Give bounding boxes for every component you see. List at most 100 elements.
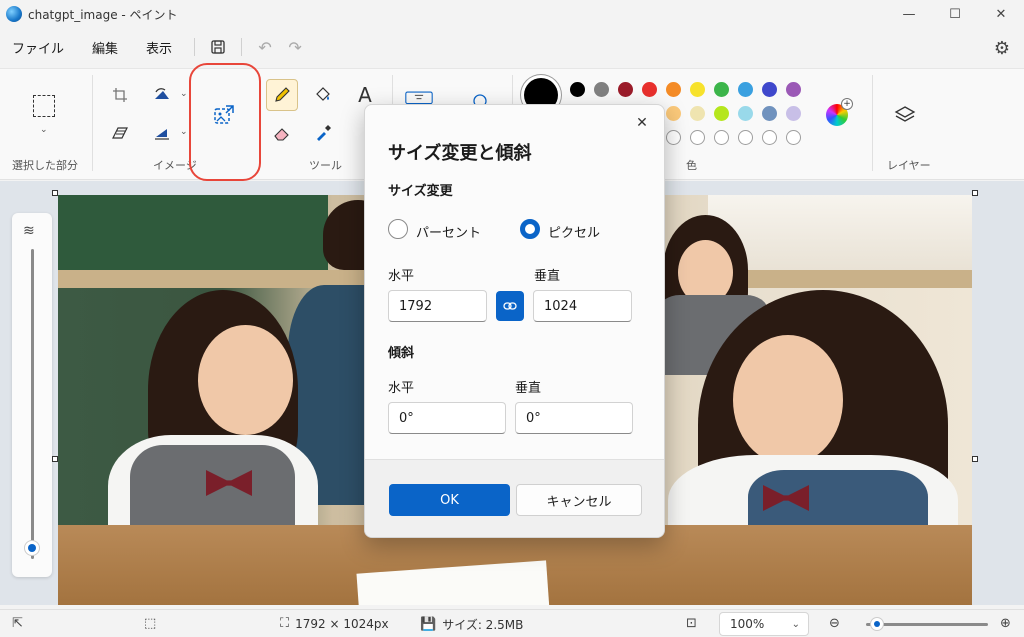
selection-tool-icon[interactable] [33, 95, 55, 117]
color-swatch[interactable] [762, 82, 777, 97]
color-swatch[interactable] [786, 82, 801, 97]
undo-icon[interactable]: ↶ [250, 33, 280, 61]
color-picker-icon[interactable] [309, 119, 337, 147]
skew-section-heading: 傾斜 [388, 346, 415, 361]
eraser-icon[interactable] [268, 119, 296, 147]
title-bar: chatgpt_image - ペイント — ☐ ✕ [0, 0, 1024, 28]
chalkboard [58, 195, 328, 270]
pixel-radio-label: ピクセル [548, 226, 601, 241]
highlight-annotation [189, 63, 261, 181]
resize-section-heading: サイズ変更 [388, 184, 453, 199]
color-swatch[interactable] [594, 82, 609, 97]
flip-icon[interactable] [148, 119, 176, 147]
zoom-in-icon[interactable]: ⊕ [1000, 616, 1017, 631]
file-size: 💾 サイズ: 2.5MB [420, 616, 523, 633]
menu-view[interactable]: 表示 [132, 38, 186, 57]
color-swatch[interactable] [570, 82, 585, 97]
color-swatch[interactable] [786, 106, 801, 121]
empty-color-swatch[interactable] [738, 130, 753, 145]
color-swatch[interactable] [738, 106, 753, 121]
group-label-selection: 選択した部分 [12, 159, 78, 172]
pencil-icon[interactable] [268, 81, 296, 109]
dialog-title: サイズ変更と傾斜 [388, 143, 532, 164]
color-swatch[interactable] [738, 82, 753, 97]
ok-button[interactable]: OK [389, 484, 510, 516]
pixel-radio[interactable] [520, 219, 540, 239]
zoom-value: 100% [730, 617, 765, 631]
canvas-size-icon: ⛶ [280, 616, 290, 631]
resize-horizontal-label: 水平 [388, 269, 415, 284]
zoom-out-icon[interactable]: ⊖ [829, 616, 846, 631]
color-swatch[interactable] [618, 82, 633, 97]
empty-color-swatch[interactable] [690, 130, 705, 145]
skew-horizontal-input[interactable]: 0° [388, 402, 506, 434]
file-size-text: サイズ: 2.5MB [442, 618, 524, 632]
zoom-slider-thumb[interactable] [870, 617, 885, 631]
menu-file[interactable]: ファイル [0, 38, 78, 57]
resize-vertical-input[interactable]: 1024 [533, 290, 632, 322]
layers-icon[interactable] [891, 101, 919, 129]
brush-size-thumb[interactable] [24, 540, 40, 556]
chevron-down-icon: ⌄ [791, 618, 800, 630]
dialog-footer: OK キャンセル [365, 459, 664, 537]
ribbon-divider [872, 75, 873, 171]
save-icon[interactable] [203, 33, 233, 61]
skew-vertical-label: 垂直 [515, 381, 542, 396]
color-swatch[interactable] [666, 82, 681, 97]
resize-skew-icon[interactable] [106, 119, 134, 147]
pointer-position-icon: ⇱ [12, 616, 23, 631]
resize-horizontal-input[interactable]: 1792 [388, 290, 487, 322]
chevron-down-icon[interactable]: ⌄ [180, 89, 188, 99]
group-label-tools: ツール [309, 159, 342, 172]
ribbon-divider [92, 75, 93, 171]
menu-edit[interactable]: 編集 [78, 38, 132, 57]
link-icon [503, 302, 517, 310]
resize-vertical-label: 垂直 [534, 269, 561, 284]
paint-app-icon [6, 6, 22, 22]
crop-icon[interactable] [106, 81, 134, 109]
color-swatch[interactable] [762, 106, 777, 121]
selection-size-icon: ⬚ [144, 616, 157, 631]
minimize-button[interactable]: — [886, 0, 932, 28]
canvas-dimensions-text: 1792 × 1024px [295, 616, 389, 631]
zoom-slider-track[interactable] [866, 623, 988, 626]
resize-handle[interactable] [52, 190, 58, 196]
empty-color-swatch[interactable] [666, 130, 681, 145]
color-swatch[interactable] [714, 82, 729, 97]
skew-horizontal-label: 水平 [388, 381, 415, 396]
empty-color-swatch[interactable] [714, 130, 729, 145]
percent-radio[interactable] [388, 219, 408, 239]
fill-bucket-icon[interactable] [309, 81, 337, 109]
window-scene [708, 195, 972, 270]
redo-icon[interactable]: ↷ [280, 33, 310, 61]
color-swatch[interactable] [714, 106, 729, 121]
dialog-close-button[interactable]: ✕ [630, 111, 654, 135]
resize-handle[interactable] [972, 190, 978, 196]
brush-size-track[interactable] [31, 249, 34, 559]
add-color-icon[interactable]: + [841, 98, 853, 110]
color-swatch[interactable] [690, 82, 705, 97]
rotate-icon[interactable] [148, 81, 176, 109]
right-girl-face [733, 335, 843, 465]
cancel-button[interactable]: キャンセル [516, 484, 642, 516]
gear-icon[interactable]: ⚙ [988, 34, 1016, 62]
canvas-dimensions: ⛶ 1792 × 1024px [280, 616, 389, 631]
skew-vertical-input[interactable]: 0° [515, 402, 633, 434]
resize-handle[interactable] [972, 456, 978, 462]
chevron-down-icon[interactable]: ⌄ [180, 127, 188, 137]
zoom-select[interactable]: 100% ⌄ [719, 612, 809, 636]
chevron-down-icon[interactable]: ⌄ [40, 125, 48, 135]
fit-to-window-icon[interactable]: ⊡ [686, 616, 703, 631]
close-window-button[interactable]: ✕ [978, 0, 1024, 28]
menu-divider [241, 38, 243, 56]
empty-color-swatch[interactable] [786, 130, 801, 145]
maximize-button[interactable]: ☐ [932, 0, 978, 28]
color-swatch[interactable] [642, 82, 657, 97]
color-swatch[interactable] [666, 106, 681, 121]
color-swatch[interactable] [690, 106, 705, 121]
empty-color-swatch[interactable] [762, 130, 777, 145]
resize-handle[interactable] [52, 456, 58, 462]
menu-divider [194, 38, 196, 56]
aspect-ratio-lock-button[interactable] [496, 291, 524, 321]
resize-skew-dialog: ✕ サイズ変更と傾斜 サイズ変更 パーセント ピクセル 水平 垂直 1792 1… [364, 104, 665, 538]
